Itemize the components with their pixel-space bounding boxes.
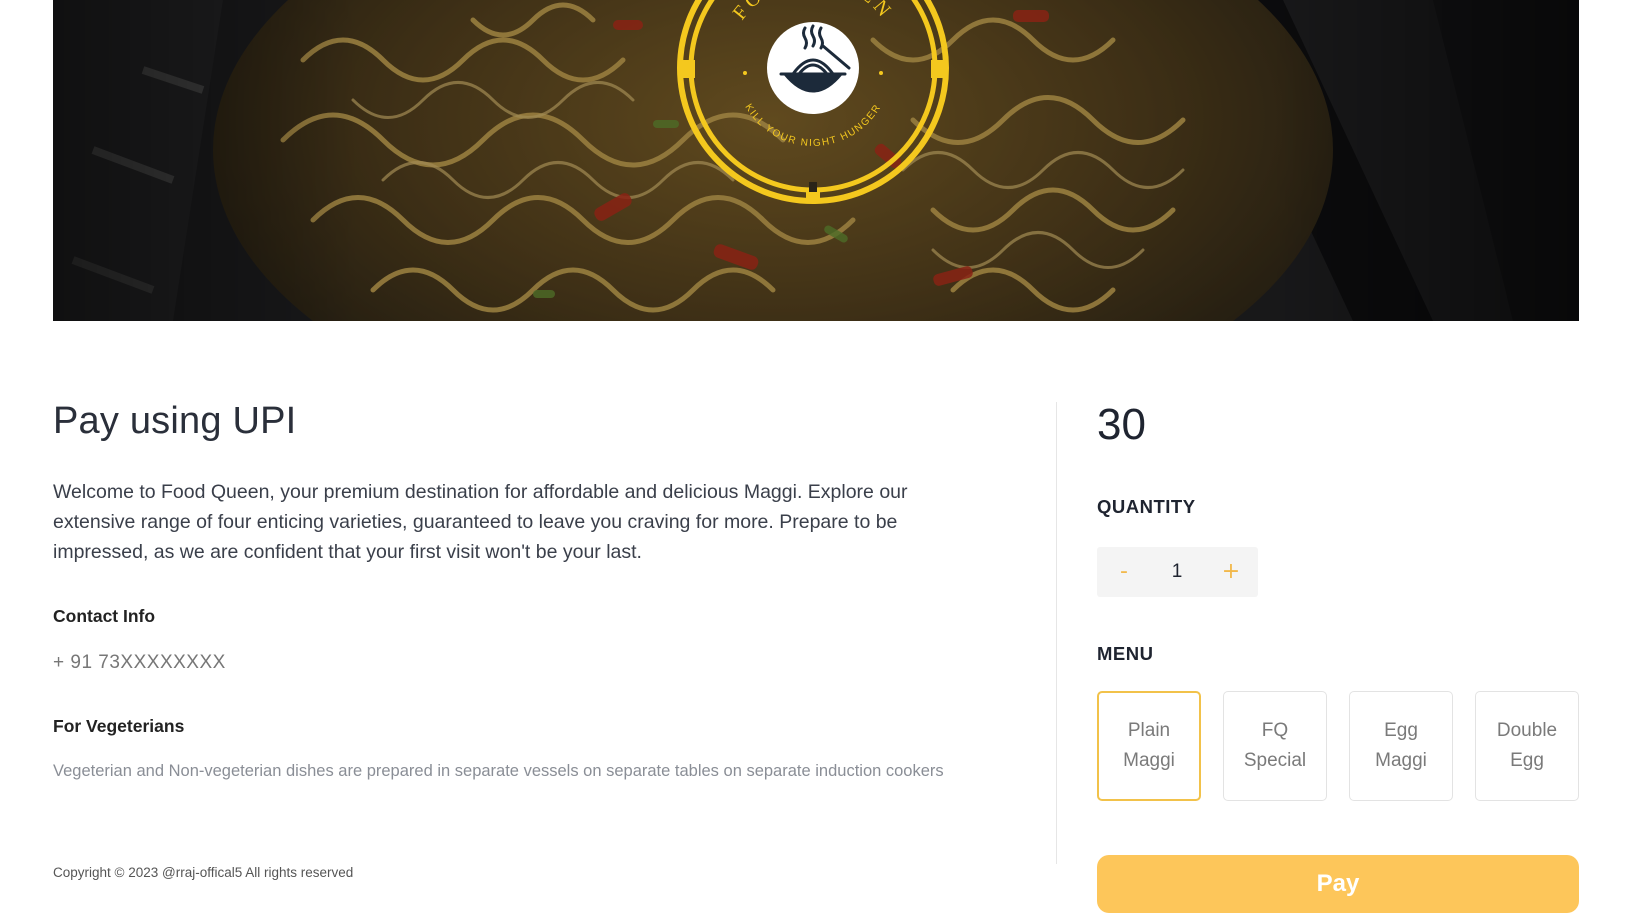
menu-option-line1: FQ [1261, 720, 1289, 741]
menu-option-line2: Maggi [1375, 750, 1427, 771]
menu-option-egg-maggi[interactable]: Egg Maggi [1349, 691, 1453, 801]
price-display: 30 [1097, 400, 1146, 449]
menu-option-double-egg[interactable]: Double Egg [1475, 691, 1579, 801]
quantity-label: QUANTITY [1097, 496, 1196, 517]
menu-option-line1: Plain [1127, 720, 1171, 741]
pay-button[interactable]: Pay [1097, 855, 1579, 913]
contact-info-heading: Contact Info [53, 606, 156, 626]
decrease-quantity-button[interactable]: - [1099, 547, 1149, 597]
quantity-stepper: - 1 + [1097, 547, 1258, 597]
info-section: Pay using UPI Welcome to Food Queen, you… [53, 400, 953, 780]
welcome-description: Welcome to Food Queen, your premium dest… [53, 481, 908, 563]
quantity-value: 1 [1171, 561, 1183, 582]
food-queen-logo: FOOD QUEEN KILL YOUR NIGHT HUNGER [677, 0, 949, 204]
menu-option-plain-maggi[interactable]: Plain Maggi [1097, 691, 1201, 801]
logo-brand-text: FOOD QUEEN [729, 0, 894, 24]
menu-options: Plain Maggi FQ Special Egg Maggi Double Egg [1097, 691, 1579, 803]
column-divider [1056, 402, 1057, 864]
menu-option-line1: Double [1496, 720, 1558, 741]
menu-option-line2: Maggi [1123, 750, 1175, 771]
increase-quantity-button[interactable]: + [1206, 547, 1256, 597]
page-title: Pay using UPI [53, 400, 297, 442]
svg-text:FOOD QUEEN: FOOD QUEEN [729, 0, 898, 24]
menu-label: MENU [1097, 643, 1154, 664]
menu-option-line2: Egg [1510, 750, 1544, 771]
hero-banner: FOOD QUEEN KILL YOUR NIGHT HUNGER [53, 0, 1579, 321]
contact-phone: + 91 73XXXXXXXX [53, 652, 226, 673]
menu-option-line1: Egg [1384, 720, 1418, 741]
vegetarians-note: Vegeterian and Non-vegeterian dishes are… [53, 762, 944, 780]
menu-option-line2: Special [1243, 750, 1307, 771]
menu-option-fq-special[interactable]: FQ Special [1223, 691, 1327, 801]
copyright-text: Copyright © 2023 @rraj-offical5 All righ… [53, 865, 354, 880]
vegetarians-heading: For Vegeterians [53, 716, 185, 736]
